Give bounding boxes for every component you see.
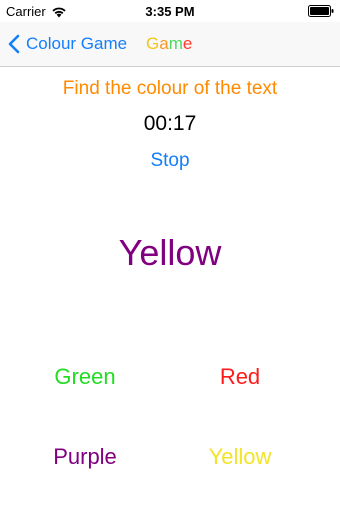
- chevron-left-icon: [8, 34, 20, 54]
- nav-title-letter: m: [168, 34, 183, 53]
- nav-title-letter: a: [159, 34, 169, 53]
- timer: 00:17: [143, 112, 197, 135]
- answer-button-green[interactable]: Green: [20, 357, 150, 397]
- back-button-label: Colour Game: [26, 34, 128, 53]
- colour-word: Yellow: [118, 232, 222, 273]
- answer-button-purple[interactable]: Purple: [20, 437, 150, 477]
- status-time: 3:35 PM: [145, 4, 195, 19]
- answer-button-yellow[interactable]: Yellow: [175, 437, 305, 477]
- back-button[interactable]: Colour Game: [8, 22, 127, 66]
- nav-title-letter: G: [146, 34, 160, 53]
- status-bar: Carrier 3:35 PM: [0, 0, 340, 22]
- navigation-bar: Colour Game G a m e: [0, 22, 340, 67]
- answer-button-red[interactable]: Red: [175, 357, 305, 397]
- nav-title-letter: e: [182, 34, 193, 53]
- battery-icon: [308, 5, 334, 17]
- instruction-text: Find the colour of the text: [62, 78, 278, 99]
- stop-button[interactable]: Stop: [140, 150, 200, 172]
- nav-title: G a m e: [146, 22, 192, 66]
